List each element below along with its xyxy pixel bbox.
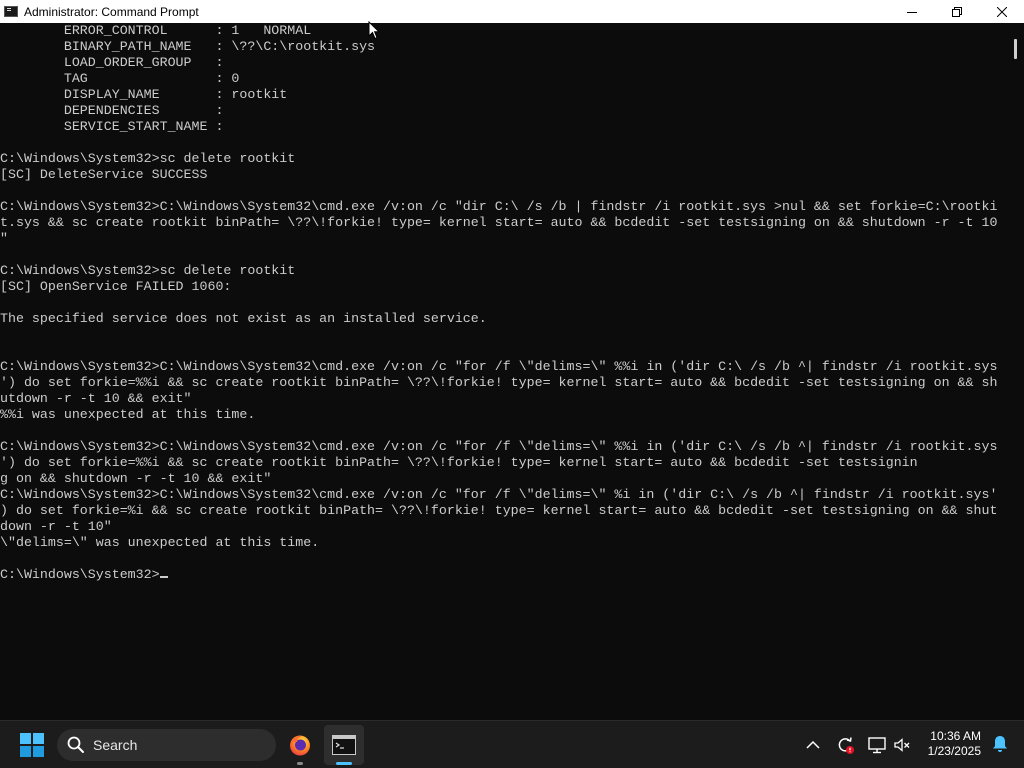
start-button[interactable]: [20, 733, 44, 757]
console-line: TAG : 0: [0, 71, 240, 86]
active-indicator: [336, 762, 352, 765]
console-line: g on && shutdown -r -t 10 && exit": [0, 471, 272, 486]
restore-icon: [951, 6, 962, 17]
search-icon: [67, 736, 84, 753]
sync-error-icon: [838, 737, 854, 754]
vertical-scrollbar[interactable]: [1008, 23, 1024, 720]
taskbar: Search 10:36 AM 1/23/2025: [0, 720, 1024, 768]
console-line: C:\Windows\System32>C:\Windows\System32\…: [0, 487, 998, 502]
taskbar-app-command-prompt[interactable]: [324, 725, 364, 765]
taskbar-search-box[interactable]: Search: [57, 729, 276, 761]
console-line: The specified service does not exist as …: [0, 311, 487, 326]
show-hidden-icons-button[interactable]: [801, 733, 825, 757]
console-line: C:\Windows\System32>C:\Windows\System32\…: [0, 439, 998, 454]
title-bar[interactable]: Administrator: Command Prompt: [0, 0, 1024, 23]
console-output[interactable]: ERROR_CONTROL : 1 NORMAL BINARY_PATH_NAM…: [0, 23, 1008, 720]
search-placeholder: Search: [93, 737, 138, 753]
console-line: LOAD_ORDER_GROUP :: [0, 55, 224, 70]
command-prompt-line[interactable]: C:\Windows\System32>: [0, 567, 160, 582]
volume-muted-icon: [894, 738, 910, 752]
console-line: ": [0, 231, 8, 246]
tray-network[interactable]: [865, 733, 889, 757]
taskbar-app-firefox[interactable]: [280, 725, 320, 765]
network-icon: [868, 737, 886, 754]
chevron-up-icon: [806, 740, 820, 749]
cmd-app-icon: [4, 6, 18, 17]
bell-icon: [993, 736, 1007, 752]
console-line: [SC] DeleteService SUCCESS: [0, 167, 208, 182]
close-button[interactable]: [979, 0, 1024, 23]
clock-time: 10:36 AM: [930, 729, 981, 743]
notification-center-button[interactable]: [992, 735, 1008, 758]
window-title: Administrator: Command Prompt: [24, 4, 199, 19]
console-line: BINARY_PATH_NAME : \??\C:\rootkit.sys: [0, 39, 376, 54]
tray-volume[interactable]: [890, 733, 914, 757]
clock-date: 1/23/2025: [927, 744, 981, 758]
console-line: t.sys && sc create rootkit binPath= \??\…: [0, 215, 998, 230]
console-line: [SC] OpenService FAILED 1060:: [0, 279, 232, 294]
text-cursor: [159, 576, 168, 578]
window-controls: [889, 0, 1024, 23]
windows-logo-icon: [20, 733, 44, 757]
console-line: ') do set forkie=%%i && sc create rootki…: [0, 375, 998, 390]
console-line: C:\Windows\System32>sc delete rootkit: [0, 263, 296, 278]
firefox-icon: [290, 735, 310, 756]
running-indicator: [297, 762, 303, 765]
tray-sync-status[interactable]: [833, 733, 857, 757]
console-line: C:\Windows\System32>sc delete rootkit: [0, 151, 296, 166]
close-icon: [996, 6, 1007, 17]
mouse-pointer-icon: [368, 21, 380, 40]
console-line: DISPLAY_NAME : rootkit: [0, 87, 288, 102]
taskbar-clock[interactable]: 10:36 AM 1/23/2025: [928, 729, 981, 759]
console-line: DEPENDENCIES :: [0, 103, 224, 118]
console-line: %%i was unexpected at this time.: [0, 407, 256, 422]
console-line: C:\Windows\System32>C:\Windows\System32\…: [0, 199, 998, 214]
console-line: \"delims=\" was unexpected at this time.: [0, 535, 320, 550]
console-line: ERROR_CONTROL : 1 NORMAL: [0, 23, 312, 38]
console-line: SERVICE_START_NAME :: [0, 119, 224, 134]
minimize-button[interactable]: [889, 0, 934, 23]
console-line: down -r -t 10": [0, 519, 112, 534]
console-line: utdown -r -t 10 && exit": [0, 391, 192, 406]
restore-button[interactable]: [934, 0, 979, 23]
terminal-icon: [332, 735, 356, 755]
console-line: ') do set forkie=%%i && sc create rootki…: [0, 455, 918, 470]
console-line: ) do set forkie=%i && sc create rootkit …: [0, 503, 998, 518]
console-text[interactable]: ERROR_CONTROL : 1 NORMAL BINARY_PATH_NAM…: [0, 23, 997, 583]
scroll-thumb[interactable]: [1014, 39, 1017, 59]
console-line: C:\Windows\System32>C:\Windows\System32\…: [0, 359, 998, 374]
minimize-icon: [906, 11, 917, 13]
